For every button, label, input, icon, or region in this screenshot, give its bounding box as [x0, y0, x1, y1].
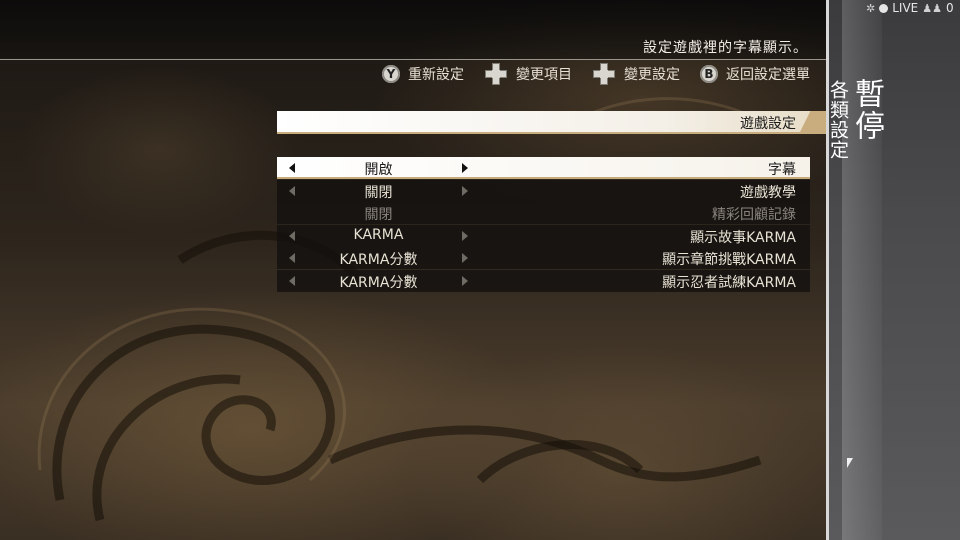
back-label: 返回設定選單 — [726, 67, 810, 83]
section-header: 遊戲設定 — [277, 111, 826, 134]
reset-label: 重新設定 — [408, 67, 464, 83]
option-value: KARMA分數 — [339, 274, 418, 291]
change-item-hint[interactable]: 變更項目 — [484, 62, 572, 86]
arrow-right-icon[interactable] — [462, 253, 468, 264]
live-dot-icon — [879, 3, 889, 13]
arrow-right-icon[interactable] — [462, 230, 468, 241]
option-label: 顯示故事KARMA — [690, 229, 796, 246]
change-setting-label: 變更設定 — [624, 67, 680, 83]
option-label: 顯示章節挑戰KARMA — [662, 252, 796, 269]
change-item-label: 變更項目 — [516, 67, 572, 83]
option-row-story-karma[interactable]: KARMA 顯示故事KARMA — [277, 224, 810, 247]
option-value: 關閉 — [364, 184, 393, 201]
option-label: 字幕 — [768, 162, 796, 178]
arrow-right-icon[interactable] — [462, 275, 468, 286]
dpad-icon — [592, 62, 616, 86]
option-label: 遊戲教學 — [740, 184, 796, 201]
option-label: 精彩回顧記錄 — [712, 207, 796, 224]
section-accent — [800, 111, 826, 132]
option-row-ninja-karma[interactable]: KARMA分數 顯示忍者試練KARMA — [277, 269, 810, 292]
arrow-left-icon[interactable] — [289, 275, 295, 286]
arrow-left-icon[interactable] — [289, 185, 295, 196]
back-hint[interactable]: B 返回設定選單 — [700, 64, 810, 84]
section-title: 遊戲設定 — [740, 116, 796, 132]
live-status: ✲ LIVE ♟♟ 0 — [866, 0, 954, 16]
options-list: 開啟 字幕 關閉 遊戲教學 關閉 精彩回顧記錄 KARMA 顯示故事KARMA … — [277, 157, 810, 293]
bug-icon: ✲ — [866, 1, 876, 15]
header-divider — [0, 59, 826, 60]
people-icon: ♟♟ — [922, 1, 942, 15]
side-panel-title: 暫停 — [849, 78, 884, 142]
control-hints: Y 重新設定 變更項目 變更設定 B 返回設定選單 — [382, 62, 810, 86]
option-value: KARMA分數 — [339, 252, 418, 269]
b-button-icon: B — [700, 65, 718, 83]
reset-hint[interactable]: Y 重新設定 — [382, 64, 464, 84]
option-description: 設定遊戲裡的字幕顯示。 — [643, 40, 808, 56]
arrow-left-icon[interactable] — [289, 163, 295, 173]
option-row-chapter-karma[interactable]: KARMA分數 顯示章節挑戰KARMA — [277, 247, 810, 270]
option-row-subtitles[interactable]: 開啟 字幕 — [277, 157, 810, 179]
option-label: 顯示忍者試練KARMA — [662, 274, 796, 291]
arrow-right-icon[interactable] — [462, 185, 468, 196]
option-row-tutorial[interactable]: 關閉 遊戲教學 — [277, 179, 810, 202]
option-value: 關閉 — [364, 207, 393, 224]
arrow-left-icon[interactable] — [289, 230, 295, 241]
change-setting-hint[interactable]: 變更設定 — [592, 62, 680, 86]
option-row-highlights: 關閉 精彩回顧記錄 — [277, 202, 810, 225]
mouse-cursor-icon — [847, 458, 853, 468]
option-value: 開啟 — [364, 162, 393, 178]
live-label: LIVE — [892, 1, 919, 15]
viewer-count: 0 — [945, 1, 954, 15]
dpad-icon — [484, 62, 508, 86]
arrow-right-icon[interactable] — [462, 163, 468, 173]
arrow-left-icon[interactable] — [289, 253, 295, 264]
y-button-icon: Y — [382, 65, 400, 83]
option-value: KARMA — [353, 226, 404, 243]
